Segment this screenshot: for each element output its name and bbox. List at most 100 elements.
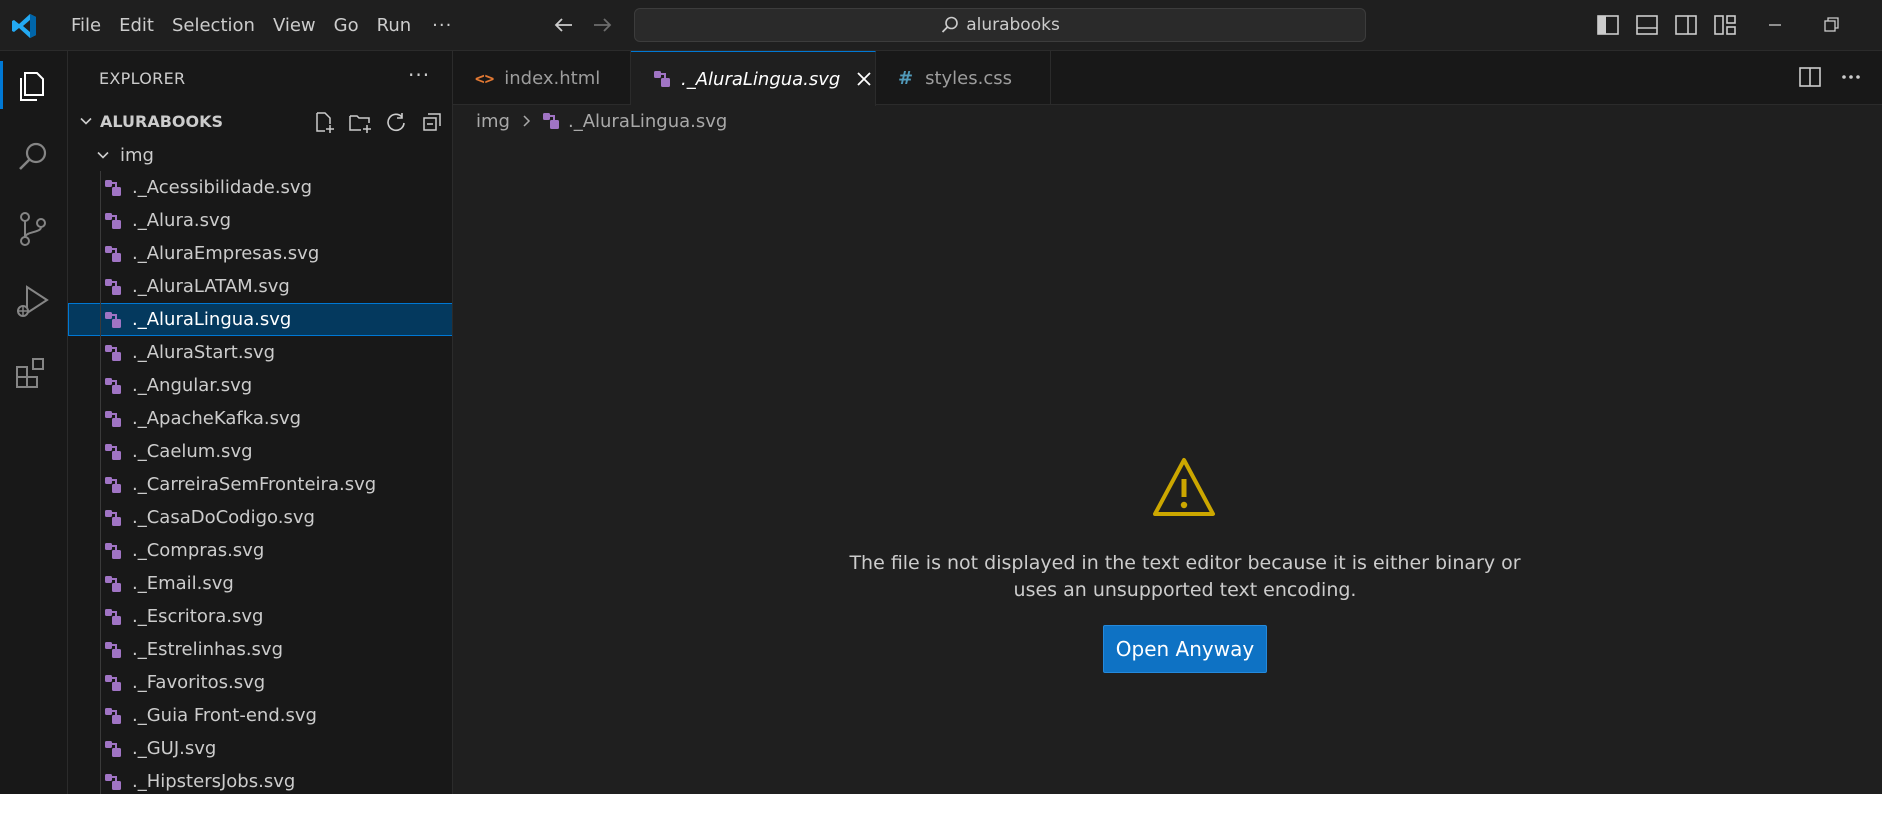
activity-bar <box>0 51 68 794</box>
breadcrumb-file[interactable]: ._AluraLingua.svg <box>568 111 727 132</box>
toggle-primary-sidebar-icon[interactable] <box>1595 13 1621 37</box>
menu-more-button[interactable]: ··· <box>420 15 464 36</box>
file-label: ._AluraStart.svg <box>132 342 276 363</box>
file-label: ._AluraEmpresas.svg <box>132 243 320 264</box>
new-file-icon[interactable] <box>311 110 337 134</box>
file-item[interactable]: ._GUJ.svg <box>68 732 452 765</box>
editor-tabs: <> index.html ._AluraLingua.svg # styles… <box>453 51 1882 106</box>
file-item[interactable]: ._Estrelinhas.svg <box>68 633 452 666</box>
file-item[interactable]: ._Angular.svg <box>68 369 452 402</box>
file-item[interactable]: ._CarreiraSemFronteira.svg <box>68 468 452 501</box>
search-view-icon[interactable] <box>13 137 53 177</box>
editor-actions <box>1798 65 1862 89</box>
indent-guide <box>100 237 101 270</box>
file-item[interactable]: ._Favoritos.svg <box>68 666 452 699</box>
vscode-logo-icon[interactable] <box>10 12 38 40</box>
indent-guide <box>100 501 101 534</box>
file-item[interactable]: ._AluraLATAM.svg <box>68 270 452 303</box>
menu-run[interactable]: Run <box>368 0 421 51</box>
file-item[interactable]: ._Email.svg <box>68 567 452 600</box>
indent-guide <box>100 534 101 567</box>
file-label: ._AluraLingua.svg <box>132 309 292 330</box>
svg-file-icon <box>105 344 121 361</box>
chevron-right-icon <box>523 115 531 127</box>
svg-file-icon <box>105 773 121 790</box>
toggle-secondary-sidebar-icon[interactable] <box>1673 13 1699 37</box>
file-label: ._Angular.svg <box>132 375 253 396</box>
file-item[interactable]: ._Escritora.svg <box>68 600 452 633</box>
file-item[interactable]: ._CasaDoCodigo.svg <box>68 501 452 534</box>
svg-file-icon <box>105 245 121 262</box>
menu-bar: File Edit Selection View Go Run ··· <box>62 0 464 51</box>
explorer-more-button[interactable]: ··· <box>408 63 430 87</box>
file-item[interactable]: ._Caelum.svg <box>68 435 452 468</box>
tab-index-html[interactable]: <> index.html <box>453 51 631 105</box>
file-label: ._Guia Front-end.svg <box>132 705 317 726</box>
title-bar: File Edit Selection View Go Run ··· alur… <box>0 0 1882 51</box>
svg-file-icon <box>654 71 670 87</box>
minimize-icon[interactable] <box>1764 14 1786 36</box>
more-actions-icon[interactable] <box>1840 65 1862 89</box>
extensions-icon[interactable] <box>13 353 53 393</box>
file-item[interactable]: ._Alura.svg <box>68 204 452 237</box>
menu-view[interactable]: View <box>264 0 325 51</box>
file-item[interactable]: ._Acessibilidade.svg <box>68 171 452 204</box>
tab-label: styles.css <box>925 67 1013 89</box>
back-arrow-icon[interactable] <box>551 12 577 38</box>
workspace-root-label: ALURABOOKS <box>100 111 224 131</box>
file-item[interactable]: ._Compras.svg <box>68 534 452 567</box>
indent-guide <box>100 600 101 633</box>
svg-file-icon <box>105 575 121 592</box>
layout-controls <box>1595 13 1738 37</box>
customize-layout-icon[interactable] <box>1712 13 1738 37</box>
command-center-search[interactable]: alurabooks <box>634 8 1366 42</box>
svg-file-icon <box>105 443 121 460</box>
file-label: ._Email.svg <box>132 573 234 594</box>
new-folder-icon[interactable] <box>347 110 373 134</box>
restore-icon[interactable] <box>1820 14 1842 36</box>
file-label: ._Escritora.svg <box>132 606 264 627</box>
search-icon <box>942 16 958 33</box>
svg-file-icon <box>105 410 121 427</box>
file-item[interactable]: ._HipstersJobs.svg <box>68 765 452 794</box>
breadcrumb-folder[interactable]: img <box>476 111 510 132</box>
open-anyway-button[interactable]: Open Anyway <box>1103 625 1267 673</box>
run-and-debug-icon[interactable] <box>13 281 53 321</box>
file-item[interactable]: ._AluraEmpresas.svg <box>68 237 452 270</box>
message-line-1: The file is not displayed in the text ed… <box>849 552 1521 574</box>
indent-guide <box>100 765 101 794</box>
close-icon[interactable] <box>854 69 874 89</box>
file-item[interactable]: ._Guia Front-end.svg <box>68 699 452 732</box>
forward-arrow-icon[interactable] <box>589 12 615 38</box>
indent-guide <box>100 567 101 600</box>
menu-selection[interactable]: Selection <box>163 0 264 51</box>
file-item[interactable]: ._AluraLingua.svg <box>68 303 452 336</box>
split-editor-icon[interactable] <box>1798 65 1822 89</box>
menu-go[interactable]: Go <box>325 0 368 51</box>
file-label: ._Acessibilidade.svg <box>132 177 313 198</box>
source-control-icon[interactable] <box>13 209 53 249</box>
folder-img-row[interactable]: img <box>68 139 154 171</box>
search-text: alurabooks <box>966 15 1060 35</box>
menu-edit[interactable]: Edit <box>110 0 163 51</box>
toggle-panel-icon[interactable] <box>1634 13 1660 37</box>
explorer-icon[interactable] <box>13 65 53 105</box>
vscode-window: File Edit Selection View Go Run ··· alur… <box>0 0 1882 794</box>
svg-file-icon <box>105 311 121 328</box>
indent-guide <box>100 468 101 501</box>
tab-styles-css[interactable]: # styles.css <box>876 51 1051 105</box>
tab-aluralingua-svg[interactable]: ._AluraLingua.svg <box>631 51 876 106</box>
file-item[interactable]: ._ApacheKafka.svg <box>68 402 452 435</box>
menu-file[interactable]: File <box>62 0 110 51</box>
indent-guide <box>100 204 101 237</box>
svg-file-icon <box>105 608 121 625</box>
active-indicator <box>0 61 3 109</box>
collapse-all-icon[interactable] <box>419 110 445 134</box>
svg-file-icon <box>105 707 121 724</box>
binary-file-message: The file is not displayed in the text ed… <box>820 550 1550 604</box>
indent-guide <box>100 270 101 303</box>
refresh-icon[interactable] <box>383 110 409 134</box>
file-label: ._CasaDoCodigo.svg <box>132 507 315 528</box>
file-item[interactable]: ._AluraStart.svg <box>68 336 452 369</box>
message-line-2: uses an unsupported text encoding. <box>1013 579 1357 601</box>
